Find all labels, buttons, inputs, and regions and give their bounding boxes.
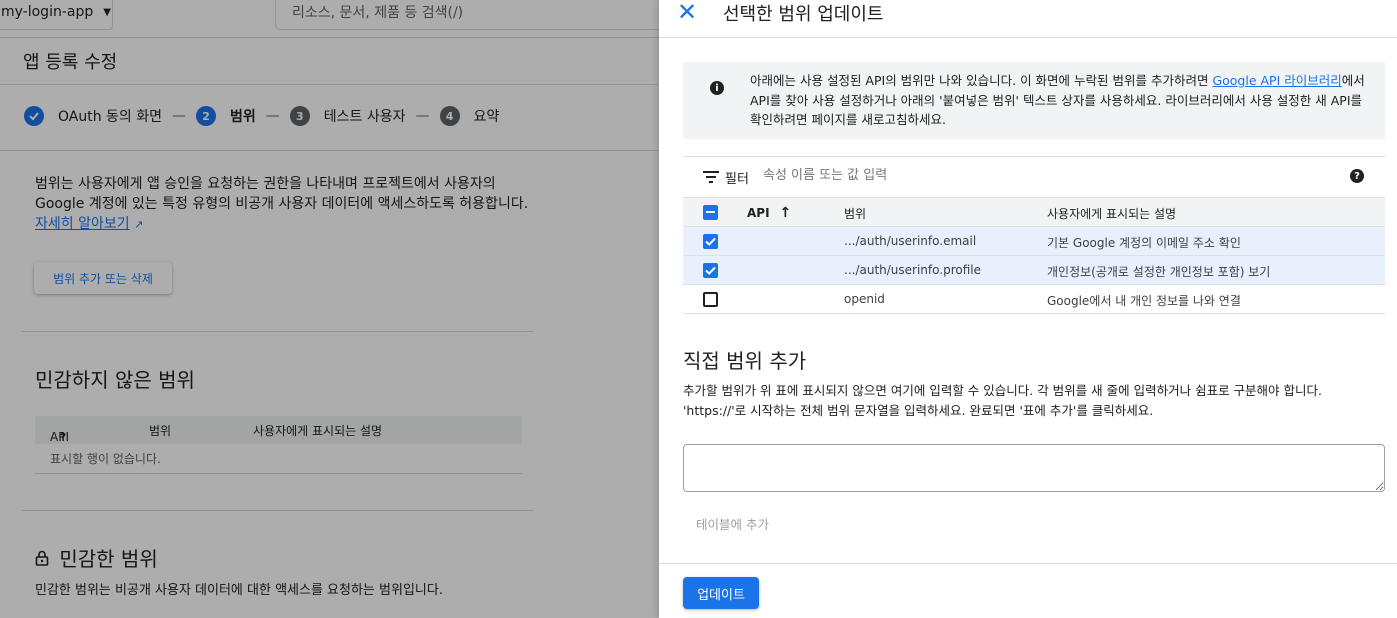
- filter-input[interactable]: [763, 168, 1263, 183]
- row-scope: openid: [844, 292, 885, 306]
- table-row[interactable]: .../auth/userinfo.profile 개인정보(공개로 설정한 개…: [683, 256, 1385, 285]
- row-description: 개인정보(공개로 설정한 개인정보 포함) 보기: [1047, 265, 1271, 279]
- modal-backdrop[interactable]: [0, 0, 659, 618]
- api-library-link[interactable]: Google API 라이브러리: [1212, 73, 1341, 88]
- col-api[interactable]: API ↑: [747, 205, 791, 221]
- scopes-table: API ↑ 범위 사용자에게 표시되는 설명 .../auth/userinfo.…: [683, 198, 1385, 314]
- row-description: 기본 Google 계정의 이메일 주소 확인: [1047, 236, 1241, 250]
- row-checkbox[interactable]: [703, 234, 718, 249]
- manual-scopes-description: 추가할 범위가 위 표에 표시되지 않으면 여기에 입력할 수 있습니다. 각 …: [683, 383, 1322, 418]
- arrow-up-icon: ↑: [779, 205, 792, 221]
- row-scope: .../auth/userinfo.email: [844, 234, 977, 248]
- col-description: 사용자에게 표시되는 설명: [1047, 207, 1177, 221]
- col-scope: 범위: [844, 207, 867, 221]
- manual-scopes-textarea[interactable]: [683, 444, 1385, 492]
- panel-header: ✕ 선택한 범위 업데이트: [659, 0, 1397, 38]
- table-row[interactable]: openid Google에서 내 개인 정보를 나와 연결: [683, 285, 1385, 314]
- manual-scopes-title: 직접 범위 추가: [683, 349, 807, 373]
- table-header: API ↑ 범위 사용자에게 표시되는 설명: [683, 198, 1385, 227]
- help-icon[interactable]: ?: [1350, 169, 1364, 183]
- row-scope: .../auth/userinfo.profile: [844, 263, 981, 277]
- panel-title: 선택한 범위 업데이트: [723, 4, 884, 25]
- info-text: 아래에는 사용 설정된 API의 범위만 나와 있습니다. 이 화면에 누락된 …: [750, 73, 1365, 127]
- divider: [659, 563, 1397, 564]
- filter-icon: [703, 170, 719, 184]
- row-description: Google에서 내 개인 정보를 나와 연결: [1047, 294, 1241, 308]
- table-row[interactable]: .../auth/userinfo.email 기본 Google 계정의 이메…: [683, 227, 1385, 256]
- row-checkbox[interactable]: [703, 292, 718, 307]
- update-scopes-panel: ✕ 선택한 범위 업데이트 i 아래에는 사용 설정된 API의 범위만 나와 …: [659, 0, 1397, 618]
- info-icon: i: [710, 81, 724, 95]
- filter-bar[interactable]: 필터 ?: [683, 156, 1385, 198]
- update-button[interactable]: 업데이트: [683, 577, 759, 609]
- select-all-checkbox[interactable]: [703, 205, 718, 220]
- add-to-table-button[interactable]: 테이블에 추가: [696, 514, 769, 533]
- close-icon[interactable]: ✕: [676, 0, 698, 24]
- info-box: i 아래에는 사용 설정된 API의 범위만 나와 있습니다. 이 화면에 누락…: [683, 62, 1385, 139]
- row-checkbox[interactable]: [703, 263, 718, 278]
- filter-label: 필터: [725, 172, 749, 187]
